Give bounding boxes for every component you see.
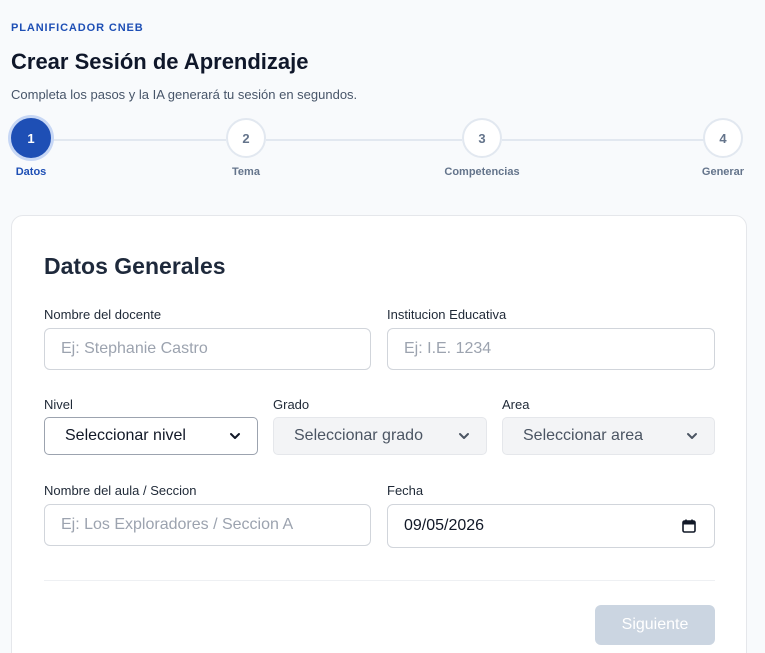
step-connector xyxy=(51,139,226,141)
step-number: 2 xyxy=(226,118,266,158)
step-connector xyxy=(502,139,704,141)
area-label: Area xyxy=(502,397,530,412)
docente-input[interactable] xyxy=(44,328,371,370)
area-select[interactable]: Seleccionar area xyxy=(502,417,715,455)
step-label: Tema xyxy=(232,166,260,178)
grado-label: Grado xyxy=(273,397,310,412)
fecha-value: 09/05/2026 xyxy=(404,517,485,534)
nivel-label: Nivel xyxy=(44,397,73,412)
step-label: Competencias xyxy=(444,166,520,178)
form-card: Datos Generales Nombre del docente Insti… xyxy=(11,215,747,653)
grado-select[interactable]: Seleccionar grado xyxy=(273,417,487,455)
fecha-label: Fecha xyxy=(387,483,424,498)
step-number: 1 xyxy=(11,118,51,158)
fecha-input[interactable]: 09/05/2026 xyxy=(387,504,715,548)
institucion-input[interactable] xyxy=(387,328,715,370)
step-label: Datos xyxy=(15,166,47,178)
app-eyebrow: PLANIFICADOR CNEB xyxy=(11,22,144,34)
form-title: Datos Generales xyxy=(44,253,226,279)
step-datos[interactable]: 1 Datos xyxy=(0,118,71,178)
stepper: 1 Datos 2 Tema 3 Competencias 4 Generar xyxy=(0,118,765,188)
area-selected: Seleccionar area xyxy=(523,427,644,444)
step-competencias[interactable]: 3 Competencias xyxy=(442,118,522,178)
step-generar[interactable]: 4 Generar xyxy=(683,118,763,178)
chevron-down-icon xyxy=(687,433,697,439)
step-label: Generar xyxy=(701,166,745,178)
nivel-selected: Seleccionar nivel xyxy=(65,427,186,444)
page-title: Crear Sesión de Aprendizaje xyxy=(11,49,309,74)
chevron-down-icon xyxy=(230,433,240,439)
form-divider xyxy=(44,580,715,581)
calendar-icon[interactable] xyxy=(682,519,696,533)
step-number: 3 xyxy=(462,118,502,158)
chevron-down-icon xyxy=(459,433,469,439)
next-button[interactable]: Siguiente xyxy=(595,605,715,645)
step-number: 4 xyxy=(703,118,743,158)
nivel-select[interactable]: Seleccionar nivel xyxy=(44,417,258,455)
step-connector xyxy=(266,139,462,141)
docente-label: Nombre del docente xyxy=(44,307,162,322)
page: PLANIFICADOR CNEB Crear Sesión de Aprend… xyxy=(0,0,765,653)
aula-input[interactable] xyxy=(44,504,371,546)
page-subtitle: Completa los pasos y la IA generará tu s… xyxy=(11,87,358,102)
institucion-label: Institucion Educativa xyxy=(387,307,507,322)
step-tema[interactable]: 2 Tema xyxy=(206,118,286,178)
aula-label: Nombre del aula / Seccion xyxy=(44,483,197,498)
grado-selected: Seleccionar grado xyxy=(294,427,423,444)
